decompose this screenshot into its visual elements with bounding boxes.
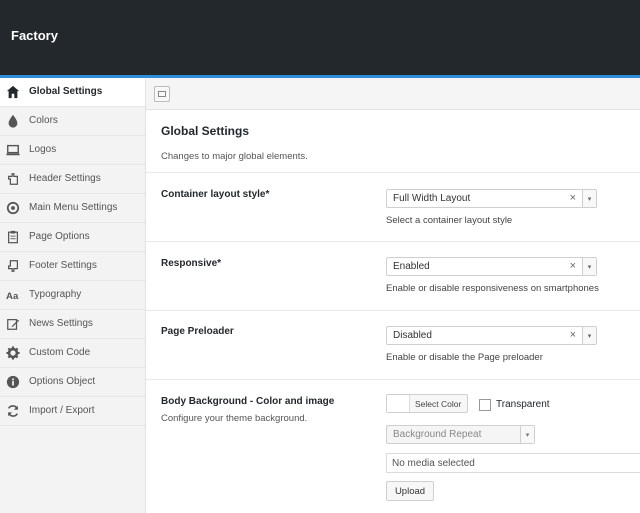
container-layout-select[interactable]: Full Width Layout × ▾ xyxy=(386,189,597,208)
admin-header: Factory xyxy=(0,0,640,75)
sidebar-item-label: Logos xyxy=(29,144,57,155)
sidebar-item-label: Typography xyxy=(29,289,82,300)
clear-icon[interactable]: × xyxy=(570,260,576,272)
upload-button[interactable]: Upload xyxy=(386,481,434,501)
page-description: Changes to major global elements. xyxy=(161,151,308,162)
sidebar-item-label: Import / Export xyxy=(29,405,95,416)
select-value: Full Width Layout xyxy=(393,193,471,204)
sidebar-item-typography[interactable]: Aa Typography xyxy=(0,281,145,310)
svg-text:Aa: Aa xyxy=(6,291,19,302)
page-title: Global Settings xyxy=(161,124,250,138)
transparent-checkbox[interactable] xyxy=(479,399,491,411)
sidebar-item-label: Global Settings xyxy=(29,86,103,97)
media-value: No media selected xyxy=(392,458,475,469)
preloader-label: Page Preloader xyxy=(161,326,234,337)
sidebar-item-label: Colors xyxy=(29,115,58,126)
sidebar-item-label: Header Settings xyxy=(29,173,101,184)
edit-icon xyxy=(5,316,21,332)
sidebar-item-label: Main Menu Settings xyxy=(29,202,118,213)
chevron-down-icon[interactable]: ▾ xyxy=(582,258,596,275)
container-layout-help: Select a container layout style xyxy=(386,215,513,226)
info-icon xyxy=(5,374,21,390)
preloader-select[interactable]: Disabled × ▾ xyxy=(386,326,597,345)
options-toolbar xyxy=(146,78,640,110)
select-value: Enabled xyxy=(393,261,430,272)
sidebar-item-logos[interactable]: Logos xyxy=(0,136,145,165)
sidebar-item-news-settings[interactable]: News Settings xyxy=(0,310,145,339)
media-url-field[interactable]: No media selected xyxy=(386,453,640,473)
responsive-label: Responsive* xyxy=(161,258,222,269)
clipboard-icon xyxy=(5,229,21,245)
clear-icon[interactable]: × xyxy=(570,329,576,341)
sidebar-item-import-export[interactable]: Import / Export xyxy=(0,397,145,426)
background-repeat-select[interactable]: Background Repeat ▾ xyxy=(386,425,535,444)
color-swatch xyxy=(387,395,410,412)
sidebar: Global Settings Colors Logos Header Sett… xyxy=(0,78,146,513)
background-description: Configure your theme background. xyxy=(161,413,308,424)
expand-toggle-button[interactable] xyxy=(154,86,170,102)
sidebar-item-global-settings[interactable]: Global Settings xyxy=(0,78,145,107)
container-layout-label: Container layout style* xyxy=(161,189,270,200)
upload-label: Upload xyxy=(394,486,426,497)
select-color-button[interactable]: Select Color xyxy=(386,394,468,413)
sidebar-item-label: Footer Settings xyxy=(29,260,97,271)
select-color-label: Select Color xyxy=(415,399,462,409)
home-icon xyxy=(5,84,21,100)
settings-panel: Global Settings Changes to major global … xyxy=(146,111,640,513)
panel-icon xyxy=(158,91,166,97)
circle-dot-icon xyxy=(5,200,21,216)
transparent-label[interactable]: Transparent xyxy=(496,399,550,410)
sidebar-item-label: Options Object xyxy=(29,376,96,387)
gear-icon xyxy=(5,345,21,361)
chevron-down-icon[interactable]: ▾ xyxy=(520,426,534,443)
sidebar-item-header-settings[interactable]: Header Settings xyxy=(0,165,145,194)
chevron-down-icon[interactable]: ▾ xyxy=(582,190,596,207)
app-title: Factory xyxy=(11,28,58,43)
hand-down-icon xyxy=(5,258,21,274)
container-layout-row: Container layout style* Full Width Layou… xyxy=(146,172,640,241)
hand-up-icon xyxy=(5,171,21,187)
responsive-select[interactable]: Enabled × ▾ xyxy=(386,257,597,276)
laptop-icon xyxy=(5,142,21,158)
chevron-down-icon[interactable]: ▾ xyxy=(582,327,596,344)
sidebar-item-colors[interactable]: Colors xyxy=(0,107,145,136)
sidebar-item-options-object[interactable]: Options Object xyxy=(0,368,145,397)
refresh-icon xyxy=(5,403,21,419)
sidebar-item-footer-settings[interactable]: Footer Settings xyxy=(0,252,145,281)
font-icon: Aa xyxy=(5,287,21,303)
responsive-row: Responsive* Enabled × ▾ Enable or disabl… xyxy=(146,241,640,310)
droplet-icon xyxy=(5,113,21,129)
sidebar-item-label: News Settings xyxy=(29,318,93,329)
sidebar-item-label: Custom Code xyxy=(29,347,91,358)
select-value: Disabled xyxy=(393,330,432,341)
preloader-row: Page Preloader Disabled × ▾ Enable or di… xyxy=(146,310,640,379)
select-placeholder: Background Repeat xyxy=(393,429,482,440)
preloader-help: Enable or disable the Page preloader xyxy=(386,352,543,363)
clear-icon[interactable]: × xyxy=(570,192,576,204)
sidebar-item-page-options[interactable]: Page Options xyxy=(0,223,145,252)
sidebar-item-custom-code[interactable]: Custom Code xyxy=(0,339,145,368)
responsive-help: Enable or disable responsiveness on smar… xyxy=(386,283,599,294)
sidebar-item-main-menu-settings[interactable]: Main Menu Settings xyxy=(0,194,145,223)
background-label: Body Background - Color and image xyxy=(161,396,335,407)
sidebar-item-label: Page Options xyxy=(29,231,90,242)
